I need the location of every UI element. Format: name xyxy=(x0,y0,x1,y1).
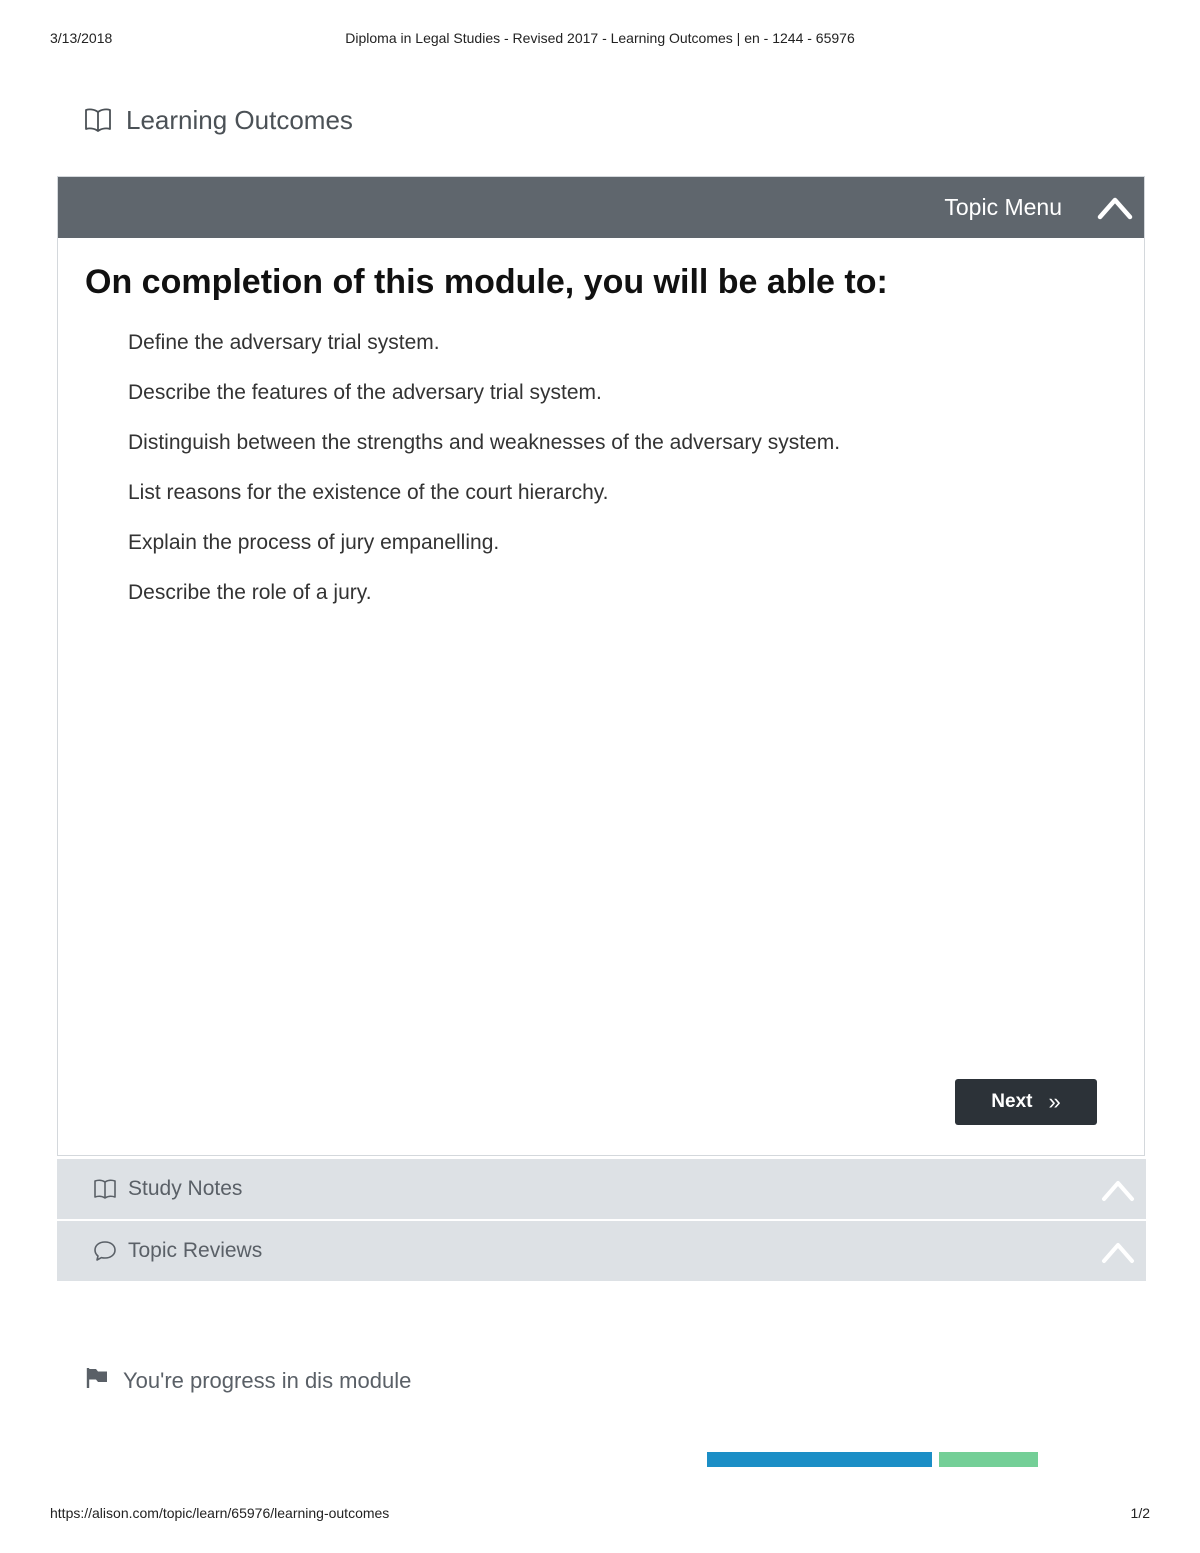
list-item: Describe the role of a jury. xyxy=(128,581,372,604)
study-notes-label[interactable]: Study Notes xyxy=(128,1159,242,1219)
topic-reviews-label[interactable]: Topic Reviews xyxy=(128,1221,262,1281)
page-title: Learning Outcomes xyxy=(84,102,353,138)
list-item: Explain the process of jury empanelling. xyxy=(128,531,500,554)
progress-bar xyxy=(707,1452,1038,1467)
flag-icon xyxy=(85,1367,109,1395)
chevron-up-icon[interactable] xyxy=(1096,191,1134,223)
outcomes-heading: On completion of this module, you will b… xyxy=(85,263,888,301)
progress-heading: You're progress in dis module xyxy=(85,1366,411,1396)
speech-bubble-icon xyxy=(93,1240,117,1262)
list-item: Define the adversary trial system. xyxy=(128,331,440,354)
print-footer: https://alison.com/topic/learn/65976/lea… xyxy=(50,1505,1150,1525)
print-header: 3/13/2018 Diploma in Legal Studies - Rev… xyxy=(50,30,1150,50)
topic-reviews-accordion[interactable]: Topic Reviews xyxy=(57,1221,1146,1281)
content-panel: Topic Menu On completion of this module,… xyxy=(57,176,1145,1156)
page-number: 1/2 xyxy=(1130,1505,1150,1521)
progress-heading-text: You're progress in dis module xyxy=(123,1368,412,1393)
progress-segment-current xyxy=(939,1452,1038,1467)
topic-menu-bar[interactable]: Topic Menu xyxy=(58,177,1144,238)
print-document-title: Diploma in Legal Studies - Revised 2017 … xyxy=(345,30,855,46)
chevron-up-icon[interactable] xyxy=(1100,1175,1136,1205)
list-item: Distinguish between the strengths and we… xyxy=(128,431,841,454)
next-button[interactable]: Next » xyxy=(955,1079,1097,1125)
chevron-up-icon[interactable] xyxy=(1100,1237,1136,1267)
double-chevron-right-icon: » xyxy=(1048,1089,1061,1114)
page-title-text: Learning Outcomes xyxy=(126,104,353,135)
outcomes-list: Define the adversary trial system. Descr… xyxy=(128,327,840,627)
next-button-label: Next xyxy=(991,1091,1033,1112)
book-icon xyxy=(93,1178,117,1200)
print-url: https://alison.com/topic/learn/65976/lea… xyxy=(50,1505,390,1521)
progress-segment-completed xyxy=(707,1452,933,1467)
list-item: Describe the features of the adversary t… xyxy=(128,381,602,404)
topic-menu-label[interactable]: Topic Menu xyxy=(944,177,1062,238)
book-icon xyxy=(84,107,112,133)
list-item: List reasons for the existence of the co… xyxy=(128,481,609,504)
study-notes-accordion[interactable]: Study Notes xyxy=(57,1159,1146,1219)
